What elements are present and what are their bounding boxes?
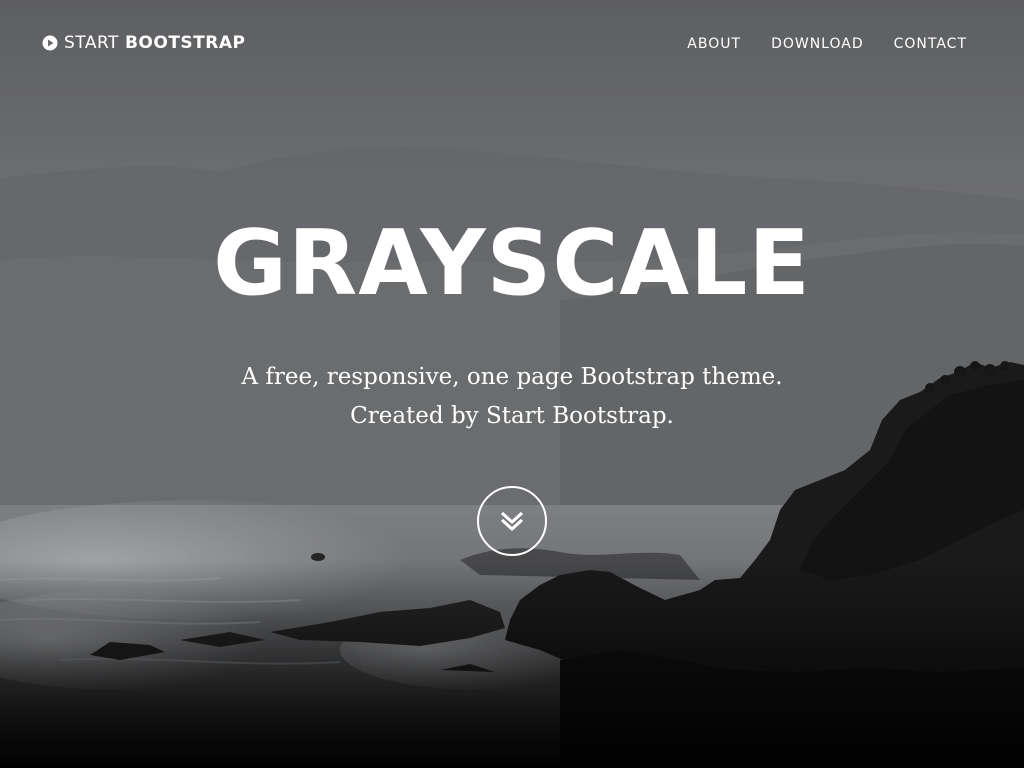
play-circle-icon: [42, 35, 58, 51]
hero-section: START BOOTSTRAP ABOUT DOWNLOAD CONTACT G…: [0, 0, 1024, 768]
scroll-down-button[interactable]: [477, 486, 547, 556]
nav-links: ABOUT DOWNLOAD CONTACT: [687, 36, 967, 52]
nav-link-contact[interactable]: CONTACT: [894, 36, 967, 52]
brand-prefix: START: [64, 33, 119, 53]
nav-link-download[interactable]: DOWNLOAD: [771, 36, 864, 52]
navbar: START BOOTSTRAP ABOUT DOWNLOAD CONTACT: [0, 0, 1024, 90]
hero-title: GRAYSCALE: [213, 211, 811, 316]
hero-subtitle-line-1: A free, responsive, one page Bootstrap t…: [241, 364, 783, 390]
nav-link-about[interactable]: ABOUT: [687, 36, 741, 52]
hero-subtitle: A free, responsive, one page Bootstrap t…: [0, 358, 1024, 436]
double-chevron-down-icon: [499, 508, 525, 534]
hero-subtitle-line-2: Created by Start Bootstrap.: [350, 403, 674, 429]
brand-link[interactable]: START BOOTSTRAP: [42, 33, 245, 53]
brand-name: BOOTSTRAP: [124, 33, 246, 53]
